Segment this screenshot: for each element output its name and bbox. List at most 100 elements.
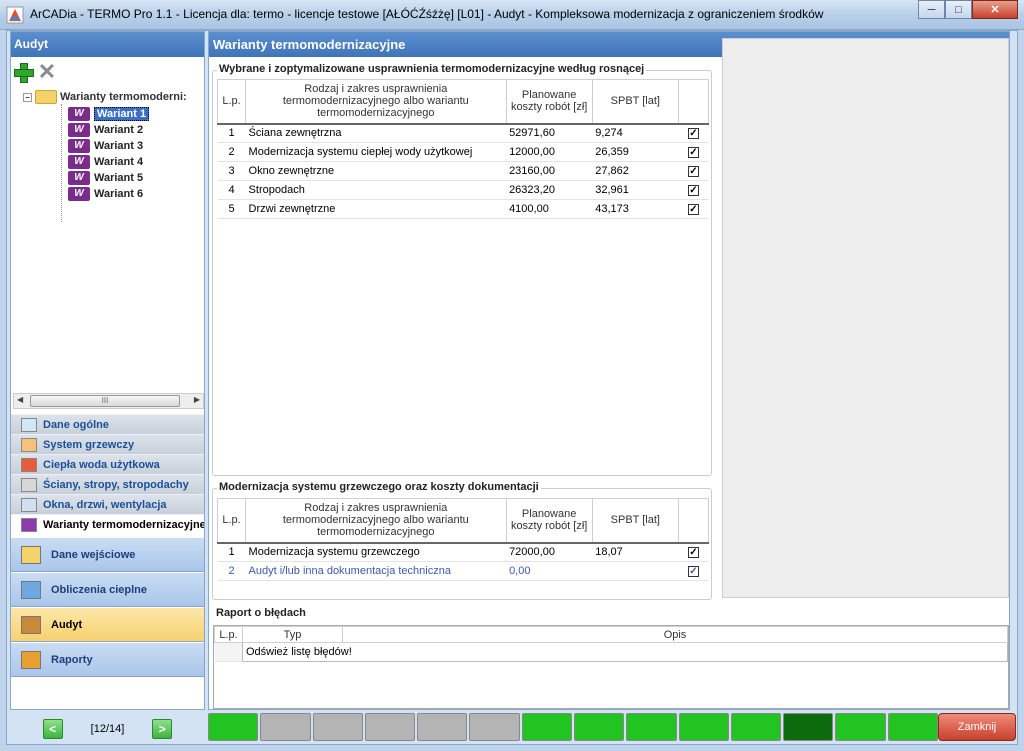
thermal-calc-icon: [21, 580, 41, 599]
cell-spbt: 43,173: [592, 199, 679, 219]
table-row[interactable]: 2 Modernizacja systemu ciepłej wody użytk…: [217, 142, 709, 162]
cell-name: Stropodach: [245, 180, 507, 200]
tree-item-wariant-4[interactable]: W Wariant 4: [68, 154, 143, 170]
include-checkbox[interactable]: ✓: [687, 185, 699, 196]
hot-water-icon: [21, 457, 37, 472]
module-button-label: Audyt: [51, 618, 83, 631]
column-header[interactable]: Rodzaj i zakres usprawnienia termomodern…: [245, 79, 507, 125]
minimize-button[interactable]: ─: [918, 0, 945, 19]
maximize-button[interactable]: □: [945, 0, 972, 19]
tree-item-wariant-2[interactable]: W Wariant 2: [68, 122, 143, 138]
err-col-type[interactable]: Typ: [242, 626, 343, 643]
progress-segment: [678, 713, 729, 741]
cell-name: Modernizacja systemu grzewczego: [245, 542, 507, 562]
cell-lp: 1: [217, 123, 246, 143]
left-panel: Audyt ✕ − Warianty termomoderni: W Warian…: [10, 31, 205, 739]
module-button-label: Obliczenia cieplne: [51, 583, 147, 596]
module-button-input-data[interactable]: Dane wejściowe: [11, 537, 204, 572]
column-header[interactable]: Rodzaj i zakres usprawnienia termomodern…: [245, 498, 507, 544]
include-checkbox[interactable]: ✓: [687, 166, 699, 177]
cell-lp: 3: [217, 161, 246, 181]
column-header[interactable]: Planowane koszty robót [zł]: [505, 498, 593, 544]
tree-item-label: Wariant 6: [94, 188, 144, 200]
cell-spbt: [592, 561, 679, 581]
table-row[interactable]: 4 Stropodach 26323,20 32,961 ✓: [217, 180, 709, 200]
add-icon[interactable]: [13, 62, 34, 83]
include-checkbox[interactable]: ✓: [687, 147, 699, 158]
column-header[interactable]: SPBT [lat]: [591, 79, 679, 125]
progress-segment: [312, 713, 363, 741]
table-row[interactable]: 1 Modernizacja systemu grzewczego 72000,00…: [217, 542, 709, 562]
module-button-reports[interactable]: Raporty: [11, 642, 204, 677]
collapse-icon[interactable]: −: [23, 92, 32, 102]
title-bar: ArCADia - TERMO Pro 1.1 - Licencja dla: …: [0, 0, 1024, 30]
module-button-thermal-calc[interactable]: Obliczenia cieplne: [11, 572, 204, 607]
column-header[interactable]: L.p.: [216, 498, 247, 544]
variant-icon: W: [68, 107, 90, 121]
module-button-label: Dane wejściowe: [51, 548, 136, 561]
cell-cost: 23160,00: [506, 161, 593, 181]
cell-name: Audyt i/lub inna dokumentacja techniczna: [245, 561, 507, 581]
audit-icon: [21, 615, 41, 634]
nav-item-heating-system[interactable]: System grzewczy: [11, 434, 204, 454]
nav-item-hot-water[interactable]: Ciepła woda użytkowa: [11, 454, 204, 474]
tree-item-label: Wariant 4: [94, 156, 144, 168]
prev-page-button[interactable]: <: [42, 719, 63, 739]
cell-spbt: 26,359: [592, 142, 679, 162]
column-header[interactable]: Planowane koszty robót [zł]: [505, 79, 593, 125]
err-col-desc[interactable]: Opis: [342, 626, 1008, 643]
folder-icon: [35, 90, 57, 104]
tree-horizontal-scrollbar[interactable]: ◀ III ▶: [13, 393, 204, 409]
table-row[interactable]: 3 Okno zewnętrzne 23160,00 27,862 ✓: [217, 161, 709, 181]
next-page-button[interactable]: >: [152, 719, 173, 739]
progress-segment: [835, 713, 886, 741]
reports-icon: [21, 650, 41, 669]
delete-icon[interactable]: ✕: [37, 61, 57, 83]
variant-icon: W: [68, 171, 90, 185]
error-report-table: L.p. Typ Opis Odśwież listę błędów!: [213, 625, 1009, 709]
page-indicator: [12/14]: [90, 723, 125, 735]
tree-item-wariant-6[interactable]: W Wariant 6: [68, 186, 143, 202]
column-header[interactable]: SPBT [lat]: [591, 498, 679, 544]
scroll-left-icon[interactable]: ◀: [17, 395, 23, 404]
tree-item-wariant-1[interactable]: W Wariant 1: [68, 106, 150, 122]
table-row[interactable]: 5 Drzwi zewnętrzne 4100,00 43,173 ✓: [217, 199, 709, 219]
progress-segment: [417, 713, 468, 741]
include-checkbox[interactable]: ✓: [687, 547, 699, 559]
input-data-icon: [21, 545, 41, 564]
tree-root[interactable]: − Warianty termomoderni:: [23, 90, 187, 104]
refresh-errors-link[interactable]: Odśwież listę błędów!: [242, 642, 1008, 662]
cell-lp: 5: [217, 199, 246, 219]
column-header[interactable]: [677, 498, 710, 544]
window-close-button[interactable]: ✕: [972, 0, 1018, 19]
walls-roofs-icon: [21, 477, 37, 492]
cell-name: Modernizacja systemu ciepłej wody użytko…: [245, 142, 507, 162]
general-data-icon: [21, 417, 37, 432]
cell-cost: 26323,20: [506, 180, 593, 200]
progress-segment: [208, 713, 259, 741]
column-header[interactable]: [677, 79, 710, 125]
include-checkbox[interactable]: ✓: [687, 128, 699, 140]
err-col-lp[interactable]: L.p.: [214, 626, 243, 643]
nav-item-walls-roofs[interactable]: Ściany, stropy, stropodachy: [11, 474, 204, 494]
include-checkbox[interactable]: ✓: [687, 204, 699, 215]
nav-item-windows-doors[interactable]: Okna, drzwi, wentylacja: [11, 494, 204, 514]
cell-cost: 72000,00: [506, 542, 593, 562]
tree-item-wariant-5[interactable]: W Wariant 5: [68, 170, 143, 186]
heating-docs-group: Modernizacja systemu grzewczego oraz kos…: [212, 481, 712, 600]
pager: < [12/14] >: [11, 714, 204, 744]
close-button[interactable]: Zamknij: [938, 713, 1016, 741]
nav-item-variants[interactable]: Warianty termomodernizacyjne: [11, 514, 204, 534]
module-button-audit[interactable]: Audyt: [11, 607, 204, 642]
scroll-right-icon[interactable]: ▶: [194, 395, 200, 404]
table-row[interactable]: 2 Audyt i/lub inna dokumentacja techniczn…: [217, 561, 709, 581]
nav-item-general-data[interactable]: Dane ogólne: [11, 414, 204, 434]
table-row[interactable]: 1 Ściana zewnętrzna 52971,60 9,274 ✓: [217, 123, 709, 143]
column-header[interactable]: L.p.: [216, 79, 247, 125]
include-checkbox[interactable]: ✓: [687, 566, 699, 577]
cell-name: Ściana zewnętrzna: [245, 123, 507, 143]
scroll-thumb[interactable]: III: [30, 395, 180, 407]
progress-segment: [364, 713, 416, 741]
nav-item-label: Warianty termomodernizacyjne: [43, 518, 204, 531]
tree-item-wariant-3[interactable]: W Wariant 3: [68, 138, 143, 154]
